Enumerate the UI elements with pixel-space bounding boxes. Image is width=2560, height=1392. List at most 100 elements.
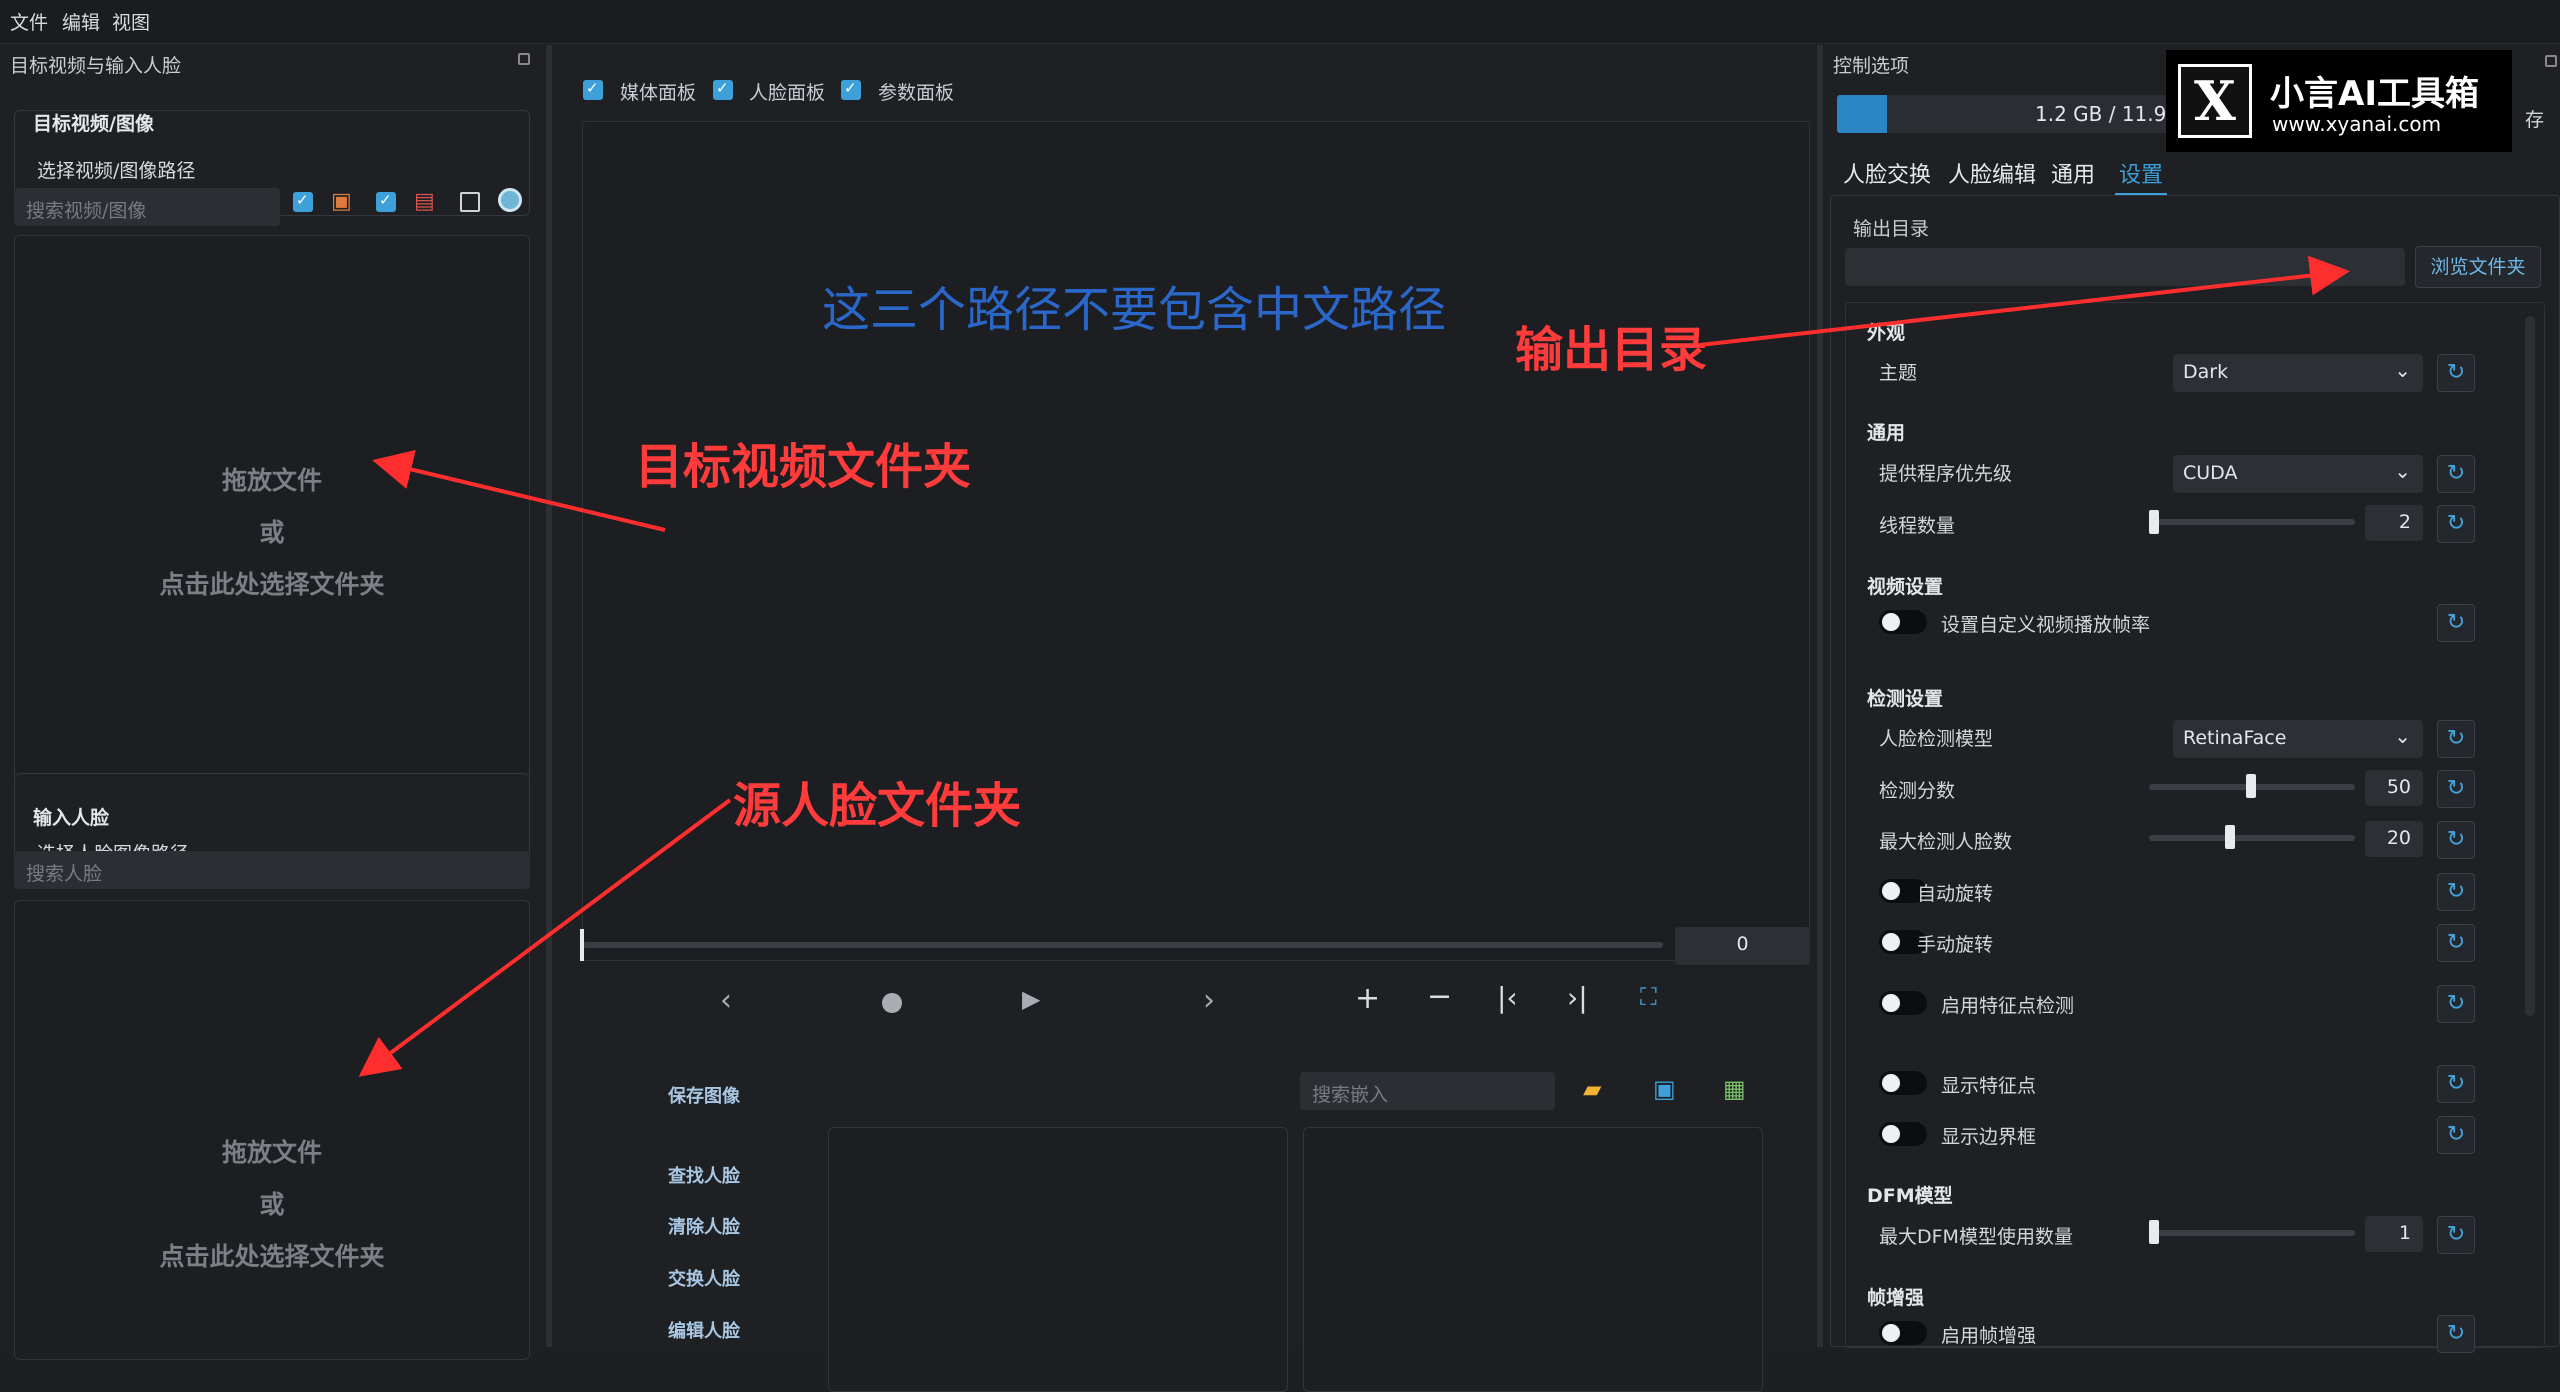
tab-settings[interactable]: 设置 bbox=[2115, 157, 2168, 196]
target-faces-list[interactable] bbox=[828, 1127, 1288, 1392]
threads-slider-handle[interactable] bbox=[2149, 510, 2159, 534]
folder-icon[interactable]: ▰ bbox=[1583, 1075, 1601, 1103]
detect-model-select[interactable]: RetinaFace ⌄ bbox=[2173, 720, 2423, 758]
video-search-input[interactable]: 搜索视频/图像 bbox=[14, 188, 280, 226]
fullscreen-icon[interactable]: ⛶ bbox=[1640, 983, 1657, 1011]
detect-score-slider-handle[interactable] bbox=[2246, 774, 2256, 798]
landmark-reset-button[interactable]: ↻ bbox=[2437, 985, 2475, 1023]
right-splitter[interactable] bbox=[1817, 45, 1823, 1347]
show-landmarks-reset-button[interactable]: ↻ bbox=[2437, 1065, 2475, 1103]
prev-frame-icon[interactable]: ‹ bbox=[720, 983, 732, 1018]
max-faces-slider-handle[interactable] bbox=[2225, 825, 2235, 849]
theme-reset-button[interactable]: ↻ bbox=[2437, 354, 2475, 392]
watermark-title: 小言AI工具箱 bbox=[2270, 74, 2479, 114]
menu-file[interactable]: 文件 bbox=[10, 8, 48, 35]
threads-slider[interactable] bbox=[2149, 519, 2355, 525]
frame-enh-label: 启用帧增强 bbox=[1941, 1325, 2037, 1347]
dfm-max-label: 最大DFM模型使用数量 bbox=[1879, 1226, 2073, 1248]
right-float-icon[interactable] bbox=[2545, 55, 2557, 67]
provider-select[interactable]: CUDA ⌄ bbox=[2173, 455, 2423, 493]
max-faces-value[interactable]: 20 bbox=[2365, 821, 2423, 857]
dfm-max-value[interactable]: 1 bbox=[2365, 1216, 2423, 1252]
next-frame-icon[interactable]: › bbox=[1203, 983, 1215, 1018]
edit-faces-button[interactable]: 编辑人脸 bbox=[668, 1317, 740, 1343]
show-bbox-reset-button[interactable]: ↻ bbox=[2437, 1116, 2475, 1154]
next-marker-icon[interactable]: ›| bbox=[1567, 981, 1588, 1014]
custom-fps-reset-button[interactable]: ↻ bbox=[2437, 604, 2475, 642]
menu-edit[interactable]: 编辑 bbox=[62, 8, 100, 35]
detect-model-reset-button[interactable]: ↻ bbox=[2437, 720, 2475, 758]
target-dropzone[interactable]: 拖放文件 或 点击此处选择文件夹 bbox=[14, 235, 530, 793]
param-panel-checkbox[interactable] bbox=[841, 79, 861, 100]
detect-score-reset-button[interactable]: ↻ bbox=[2437, 770, 2475, 808]
output-dir-label: 输出目录 bbox=[1853, 218, 1930, 240]
dfm-max-reset-button[interactable]: ↻ bbox=[2437, 1216, 2475, 1254]
face-dropzone[interactable]: 拖放文件 或 点击此处选择文件夹 bbox=[14, 900, 530, 1360]
dfm-max-slider-handle[interactable] bbox=[2149, 1220, 2159, 1244]
frame-enh-reset-button[interactable]: ↻ bbox=[2437, 1315, 2475, 1353]
theme-select[interactable]: Dark ⌄ bbox=[2173, 354, 2423, 392]
custom-fps-label: 设置自定义视频播放帧率 bbox=[1941, 614, 2151, 636]
face-search-input[interactable]: 搜索人脸 bbox=[14, 851, 530, 889]
clear-faces-button[interactable]: 清除人脸 bbox=[668, 1213, 740, 1239]
frame-enh-toggle[interactable] bbox=[1879, 1321, 1927, 1345]
drop-text-1: 拖放文件 bbox=[221, 466, 322, 495]
tab-face-edit[interactable]: 人脸编辑 bbox=[1948, 157, 2036, 189]
find-faces-button[interactable]: 查找人脸 bbox=[668, 1162, 740, 1188]
max-faces-slider[interactable] bbox=[2149, 835, 2355, 841]
float-icon[interactable] bbox=[518, 53, 530, 65]
dfm-max-slider[interactable] bbox=[2149, 1230, 2355, 1236]
menu-view[interactable]: 视图 bbox=[112, 8, 150, 35]
swap-faces-button[interactable]: 交换人脸 bbox=[668, 1265, 740, 1291]
record-icon[interactable] bbox=[882, 993, 902, 1013]
provider-value: CUDA bbox=[2183, 462, 2238, 484]
output-dir-input[interactable] bbox=[1845, 248, 2405, 286]
face-drop-text-3: 点击此处选择文件夹 bbox=[159, 1242, 385, 1271]
tab-face-swap[interactable]: 人脸交换 bbox=[1843, 157, 1931, 189]
detect-model-label: 人脸检测模型 bbox=[1879, 728, 1994, 750]
input-faces-list[interactable] bbox=[1303, 1127, 1763, 1392]
browse-folder-button[interactable]: 浏览文件夹 bbox=[2415, 246, 2541, 288]
manual-rotate-reset-button[interactable]: ↻ bbox=[2437, 924, 2475, 962]
threads-reset-button[interactable]: ↻ bbox=[2437, 505, 2475, 543]
add-marker-icon[interactable]: + bbox=[1355, 981, 1380, 1016]
settings-scrollbar[interactable] bbox=[2525, 316, 2535, 1016]
logo-x-icon: X bbox=[2178, 64, 2252, 138]
threads-value[interactable]: 2 bbox=[2365, 505, 2423, 541]
general-section: 通用 bbox=[1867, 422, 1906, 444]
media-panel-checkbox[interactable] bbox=[583, 79, 603, 100]
seek-track[interactable] bbox=[583, 942, 1663, 948]
tab-general[interactable]: 通用 bbox=[2051, 157, 2095, 189]
remove-marker-icon[interactable]: − bbox=[1427, 979, 1452, 1014]
auto-rotate-reset-button[interactable]: ↻ bbox=[2437, 873, 2475, 911]
webcam-icon bbox=[498, 188, 522, 212]
play-icon[interactable]: ▶ bbox=[1022, 985, 1040, 1013]
appearance-section: 外观 bbox=[1867, 322, 1906, 344]
video-filter-checkbox[interactable] bbox=[376, 191, 396, 212]
save-image-button[interactable]: 保存图像 bbox=[668, 1082, 740, 1108]
watermark-url: www.xyanai.com bbox=[2272, 112, 2442, 136]
landmark-toggle[interactable] bbox=[1879, 991, 1927, 1015]
load-embed-icon[interactable]: ▦ bbox=[1723, 1075, 1746, 1103]
video-section: 视频设置 bbox=[1867, 576, 1944, 598]
face-drop-text-2: 或 bbox=[259, 1190, 285, 1219]
show-landmarks-toggle[interactable] bbox=[1879, 1071, 1927, 1095]
custom-fps-toggle[interactable] bbox=[1879, 610, 1927, 634]
target-group-label: 目标视频/图像 bbox=[33, 113, 154, 135]
target-path-button[interactable]: 选择视频/图像路径 bbox=[37, 156, 195, 183]
show-bbox-toggle[interactable] bbox=[1879, 1122, 1927, 1146]
image-filter-checkbox[interactable] bbox=[293, 191, 313, 212]
provider-reset-button[interactable]: ↻ bbox=[2437, 455, 2475, 493]
show-landmarks-label: 显示特征点 bbox=[1941, 1075, 2037, 1097]
webcam-filter-checkbox[interactable] bbox=[460, 192, 480, 212]
seek-handle[interactable] bbox=[580, 929, 584, 961]
max-faces-reset-button[interactable]: ↻ bbox=[2437, 821, 2475, 859]
vram-fill bbox=[1837, 95, 1887, 133]
detect-score-value[interactable]: 50 bbox=[2365, 770, 2423, 806]
face-panel-checkbox[interactable] bbox=[713, 79, 733, 100]
embed-search-input[interactable]: 搜索嵌入 bbox=[1300, 1072, 1555, 1110]
prev-marker-icon[interactable]: |‹ bbox=[1497, 981, 1518, 1014]
frame-number[interactable]: 0 bbox=[1675, 927, 1810, 965]
left-splitter[interactable] bbox=[546, 45, 552, 1347]
save-icon[interactable]: ▣ bbox=[1653, 1075, 1676, 1103]
